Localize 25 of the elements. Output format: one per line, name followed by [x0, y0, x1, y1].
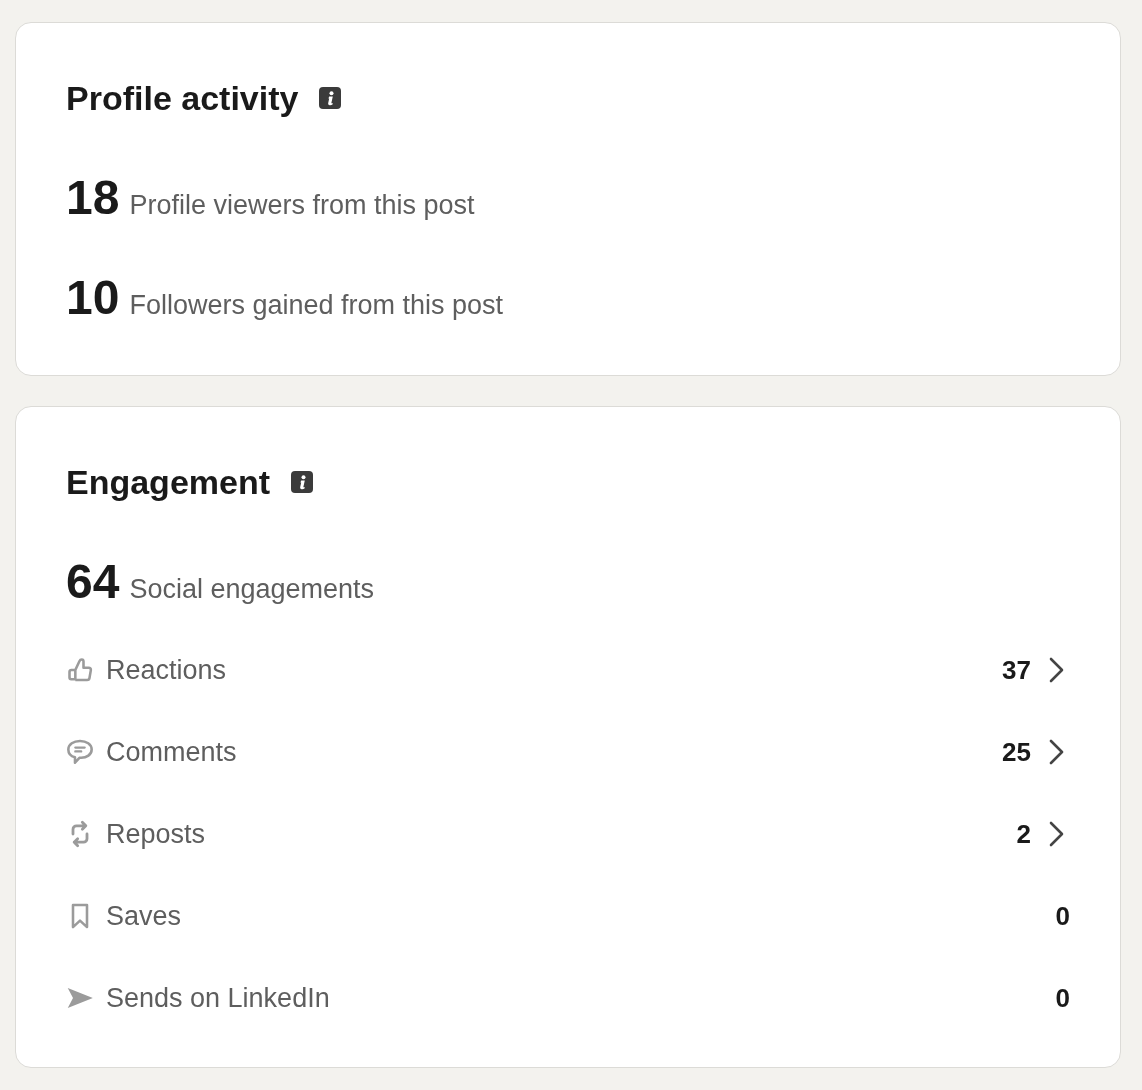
- engagement-label: Sends on LinkedIn: [106, 982, 330, 1015]
- engagement-label: Comments: [106, 736, 237, 769]
- section-title: Engagement: [66, 465, 271, 499]
- stat-label: Followers gained from this post: [129, 289, 504, 322]
- engagement-count: 37: [1002, 654, 1031, 687]
- chevron-right-icon[interactable]: [1049, 821, 1064, 847]
- stat-value: 64: [66, 554, 120, 610]
- stat-label: Profile viewers from this post: [129, 189, 475, 222]
- chevron-right-icon[interactable]: [1049, 657, 1064, 683]
- engagement-label: Reposts: [106, 818, 206, 851]
- stat-value: 10: [66, 270, 120, 326]
- chevron-right-icon[interactable]: [1049, 739, 1064, 765]
- info-icon[interactable]: [291, 471, 314, 493]
- thumbs-up-icon: [66, 656, 94, 684]
- comment-icon: [66, 738, 94, 766]
- info-icon[interactable]: [319, 87, 342, 109]
- engagement-count: 25: [1002, 736, 1031, 769]
- engagement-label: Reactions: [106, 654, 227, 687]
- section-title: Profile activity: [66, 81, 299, 115]
- engagement-count: 0: [1055, 982, 1070, 1015]
- stat-value: 18: [66, 170, 120, 226]
- engagement-count: 0: [1055, 900, 1070, 933]
- engagement-count: 2: [1016, 818, 1031, 851]
- engagement-label: Saves: [106, 900, 182, 933]
- stat-label: Social engagements: [129, 573, 375, 606]
